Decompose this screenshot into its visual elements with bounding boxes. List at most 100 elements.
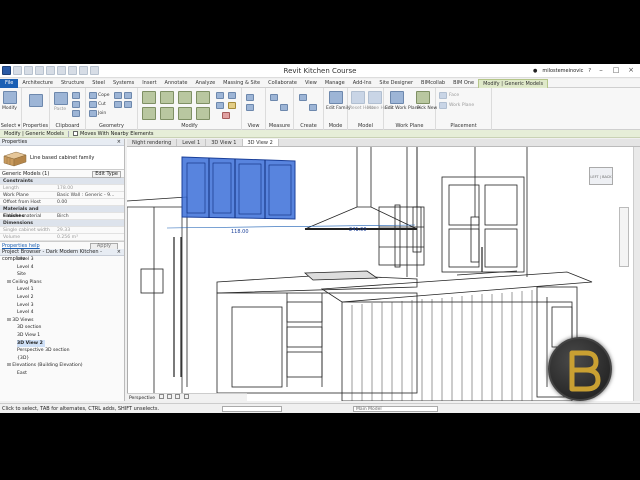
property-row[interactable]: Work Plane Basic Wall : Generic - 9... <box>0 192 124 199</box>
view-tab-3d-view-1[interactable]: 3D View 1 <box>206 139 243 146</box>
browser-item-label[interactable]: ⊟ Elevations (Building Elevation) <box>7 363 83 368</box>
browser-item-label[interactable]: 3D View 1 <box>17 333 40 338</box>
browser-item[interactable]: Perspective 3D section <box>2 347 124 355</box>
join-icon[interactable] <box>89 110 97 117</box>
view-tab-3d-view-2[interactable]: 3D View 2 <box>242 139 279 146</box>
browser-item-label[interactable]: Level 4 <box>17 265 34 270</box>
trim-icon[interactable] <box>196 107 210 120</box>
browser-item[interactable]: ⊟ Elevations (Building Elevation) <box>2 362 124 370</box>
workset-selector[interactable] <box>222 406 282 412</box>
tab-bimcollab[interactable]: BIMcollab <box>417 79 449 88</box>
crop-icon[interactable] <box>183 394 189 399</box>
dimension-label-2[interactable]: 241.00 <box>349 227 367 233</box>
property-value[interactable]: 0.00 <box>55 199 124 205</box>
browser-item-label[interactable]: East <box>17 371 27 376</box>
browser-item-label[interactable]: {3D} <box>17 356 29 361</box>
view-tab-level-1[interactable]: Level 1 <box>177 139 207 146</box>
selected-upper-cabinets[interactable] <box>181 156 296 220</box>
browser-item-label[interactable]: Level 1 <box>17 287 34 292</box>
array-icon[interactable] <box>228 92 236 99</box>
model-selector[interactable]: Main Model <box>353 406 438 412</box>
copy-element-icon[interactable] <box>160 107 174 120</box>
tab-massing-site[interactable]: Massing & Site <box>219 79 264 88</box>
property-row[interactable]: Materials and Finishes <box>0 206 124 219</box>
property-row[interactable]: Offset from Host 0.00 <box>0 199 124 206</box>
property-value[interactable] <box>55 220 124 226</box>
moves-with-nearby-checkbox[interactable] <box>73 131 79 136</box>
tab-steel[interactable]: Steel <box>88 79 109 88</box>
pin-icon[interactable] <box>228 102 236 109</box>
property-value[interactable] <box>55 206 124 212</box>
browser-item[interactable]: East <box>2 370 124 378</box>
edit-family-icon[interactable] <box>329 91 343 104</box>
maximize-button[interactable]: □ <box>611 67 621 74</box>
override-graphics-icon[interactable] <box>246 94 254 101</box>
split-face-icon[interactable] <box>124 92 132 99</box>
instance-filter[interactable]: Generic Models (1) Edit Type <box>0 170 124 178</box>
viewcube[interactable]: LEFT | BACK <box>589 167 613 185</box>
edit-family-label[interactable]: Edit Family <box>326 106 351 111</box>
user-icon[interactable]: ● <box>533 68 537 74</box>
copy-icon[interactable] <box>72 101 80 108</box>
browser-item-label[interactable]: Level 2 <box>17 295 34 300</box>
split-icon[interactable] <box>216 92 224 99</box>
browser-item[interactable]: {3D} <box>2 355 124 363</box>
move-icon[interactable] <box>142 107 156 120</box>
view-label[interactable]: Perspective <box>129 396 155 401</box>
close-button[interactable]: × <box>626 67 636 74</box>
paint-icon[interactable] <box>114 92 122 99</box>
browser-close-icon[interactable]: × <box>117 249 121 256</box>
paste-icon[interactable] <box>54 92 68 105</box>
property-row[interactable]: Constraints <box>0 178 124 185</box>
browser-item[interactable]: Site <box>2 271 124 279</box>
sun-path-icon[interactable] <box>166 394 172 399</box>
face-label[interactable]: Face <box>449 93 459 98</box>
property-value[interactable]: 178.00 <box>55 185 124 191</box>
work-plane-placement-label[interactable]: Work Plane <box>449 103 474 108</box>
tab-insert[interactable]: Insert <box>138 79 160 88</box>
viewport-scrollbar[interactable] <box>633 147 640 401</box>
match-type-icon[interactable] <box>72 110 80 117</box>
cut-geometry-icon[interactable] <box>89 101 97 108</box>
property-row[interactable]: Cabinet material Birch <box>0 213 124 220</box>
tab-site-designer[interactable]: Site Designer <box>375 79 417 88</box>
browser-item[interactable]: Level 4 <box>2 264 124 272</box>
measure-distance-icon[interactable] <box>270 94 278 101</box>
mirror-axis-icon[interactable] <box>178 91 192 104</box>
scale-icon[interactable] <box>216 102 224 109</box>
type-selector[interactable]: Line based cabinet family <box>0 146 124 170</box>
browser-item-label[interactable]: 3D section <box>17 325 41 330</box>
face-icon[interactable] <box>439 92 447 99</box>
view-tab-night-rendering[interactable]: Night rendering <box>127 139 178 146</box>
browser-item-label[interactable]: Level 4 <box>17 310 34 315</box>
hide-element-icon[interactable] <box>246 104 254 111</box>
edit-type-button[interactable]: Edit Type <box>92 171 121 178</box>
create-group-icon[interactable] <box>309 104 317 111</box>
browser-item-label[interactable]: Perspective 3D section <box>17 348 70 353</box>
pick-new-label[interactable]: Pick New <box>417 106 437 111</box>
rotate-icon[interactable] <box>178 107 192 120</box>
work-plane-placement-icon[interactable] <box>439 102 447 109</box>
browser-item-label[interactable]: ⊟ 3D Views <box>7 318 34 323</box>
tab-file[interactable]: File <box>0 78 19 88</box>
cut-icon[interactable] <box>72 92 80 99</box>
tab-architecture[interactable]: Architecture <box>18 79 57 88</box>
move-hosts-icon[interactable] <box>368 91 382 104</box>
wall-joins-icon[interactable] <box>114 101 122 108</box>
browser-item[interactable]: 3D section <box>2 324 124 332</box>
close-icon[interactable]: × <box>117 139 121 146</box>
tab-collaborate[interactable]: Collaborate <box>264 79 301 88</box>
align-icon[interactable] <box>142 91 156 104</box>
browser-item[interactable]: ⊟ 3D Views <box>2 317 124 325</box>
cut-label[interactable]: Cut <box>98 102 106 107</box>
browser-item-selected[interactable]: 3D View 2 <box>17 339 45 348</box>
mirror-draw-icon[interactable] <box>196 91 210 104</box>
cope-icon[interactable] <box>89 92 97 99</box>
pick-new-icon[interactable] <box>416 91 430 104</box>
tab-manage[interactable]: Manage <box>321 79 349 88</box>
property-row[interactable]: Dimensions <box>0 220 124 227</box>
browser-item[interactable]: 3D View 2 <box>2 339 124 348</box>
shadows-icon[interactable] <box>175 394 181 399</box>
tab-annotate[interactable]: Annotate <box>161 79 192 88</box>
select-dropdown[interactable]: Select ▾ <box>0 123 21 129</box>
